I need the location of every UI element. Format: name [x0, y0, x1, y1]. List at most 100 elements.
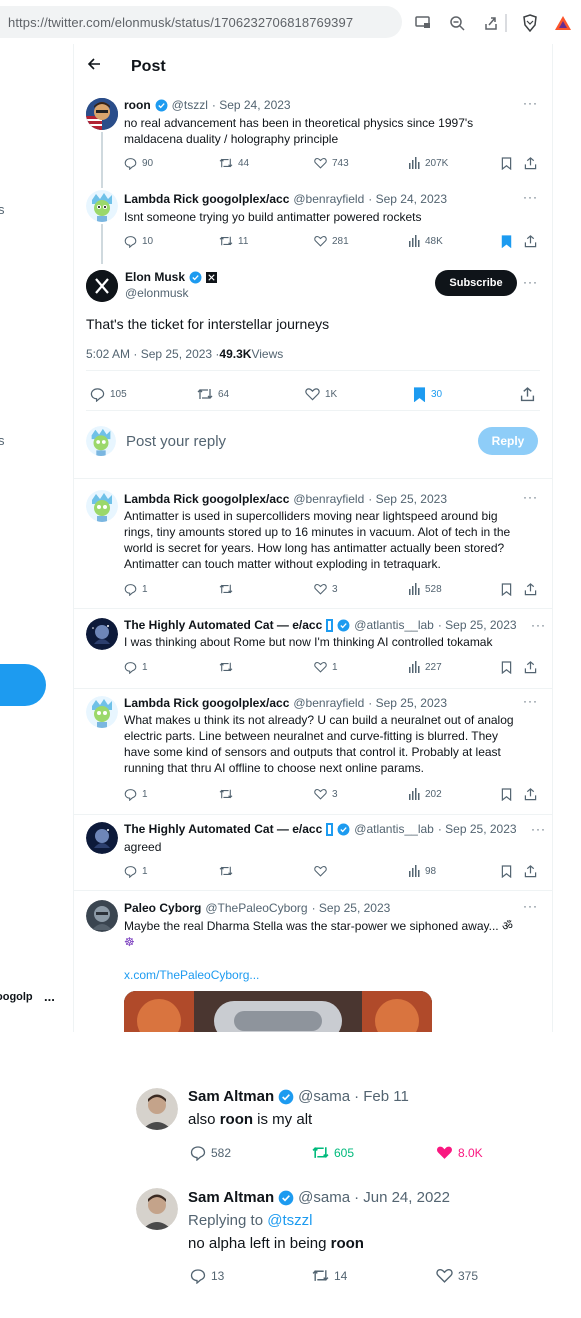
retweet-action[interactable]: 11 [219, 235, 248, 247]
like-action[interactable]: 3 [314, 788, 338, 800]
more-options-icon[interactable]: ··· [523, 275, 538, 289]
avatar[interactable] [136, 1088, 178, 1130]
more-options-icon[interactable]: ··· [523, 190, 538, 204]
retweet-action[interactable]: 44 [219, 157, 249, 169]
views-action[interactable]: 48K [408, 235, 443, 247]
tweet-date[interactable]: · Sep 25, 2023 [438, 618, 517, 632]
author-handle[interactable]: @atlantis__lab [354, 618, 434, 632]
like-action[interactable]: 8.0K [436, 1145, 483, 1160]
avatar[interactable] [86, 490, 118, 522]
like-action[interactable]: 3 [314, 583, 338, 595]
bookmark-action[interactable] [501, 583, 512, 596]
author-name[interactable]: Lambda Rick googolplex/acc [124, 492, 289, 506]
tweet-date[interactable]: · Sep 24, 2023 [212, 98, 291, 112]
tweet-date[interactable]: · Sep 25, 2023 [312, 901, 391, 915]
author-name[interactable]: Lambda Rick googolplex/acc [124, 192, 289, 206]
tweet-link[interactable]: x.com/ThePaleoCyborg... [124, 967, 259, 983]
brave-rewards-icon[interactable] [554, 14, 572, 32]
author-handle[interactable]: @atlantis__lab [354, 822, 434, 836]
author-name[interactable]: Elon Musk [125, 270, 185, 284]
author-name[interactable]: Lambda Rick googolplex/acc [124, 696, 289, 710]
avatar[interactable] [86, 618, 118, 650]
retweet-action[interactable] [219, 788, 233, 800]
avatar[interactable] [86, 98, 118, 130]
more-options-icon[interactable]: ··· [531, 618, 546, 632]
author-handle[interactable]: @sama [298, 1088, 350, 1105]
retweet-action[interactable] [219, 661, 233, 673]
tweet-date[interactable]: · Sep 25, 2023 [368, 696, 447, 710]
bookmark-action[interactable] [501, 661, 512, 674]
like-action[interactable]: 1 [314, 661, 338, 673]
views-action[interactable]: 227 [408, 661, 442, 673]
more-options-icon[interactable]: ··· [531, 822, 546, 836]
bookmark-action[interactable] [501, 235, 512, 248]
reply-action[interactable]: 90 [124, 157, 153, 170]
replying-handle[interactable]: @tszzl [267, 1212, 312, 1229]
avatar[interactable] [86, 822, 118, 854]
like-action[interactable]: 281 [314, 235, 349, 247]
tweet-date[interactable]: · Sep 25, 2023 [438, 822, 517, 836]
like-action[interactable]: 1K [305, 387, 337, 401]
bookmark-action[interactable] [501, 788, 512, 801]
account-switcher-name[interactable]: oogolp [0, 991, 33, 1003]
reply-action[interactable]: 582 [190, 1145, 231, 1161]
retweet-action[interactable]: 64 [197, 387, 229, 401]
share-action[interactable] [524, 235, 537, 248]
author-name[interactable]: The Highly Automated Cat — e/acc [124, 822, 322, 836]
author-handle[interactable]: @ThePaleoCyborg [205, 901, 307, 915]
share-action[interactable] [524, 661, 537, 674]
author-handle[interactable]: @tszzl [172, 98, 208, 112]
like-action[interactable] [314, 865, 327, 877]
author-handle[interactable]: @benrayfield [293, 192, 364, 206]
brave-shield-icon[interactable] [521, 14, 539, 32]
retweet-action[interactable] [219, 865, 233, 877]
reply-action[interactable]: 10 [124, 235, 153, 248]
reply-action[interactable]: 1 [124, 865, 148, 878]
tweet-date[interactable]: · Jun 24, 2022 [354, 1189, 450, 1206]
bookmark-action[interactable]: 30 [413, 387, 442, 402]
share-icon[interactable] [482, 14, 500, 32]
like-action[interactable]: 743 [314, 157, 349, 169]
tweet-time[interactable]: 5:02 AM · Sep 25, 2023 · [86, 347, 219, 361]
author-name[interactable]: Paleo Cyborg [124, 901, 201, 915]
tweet-date[interactable]: · Sep 25, 2023 [368, 492, 447, 506]
views-action[interactable]: 207K [408, 157, 448, 169]
like-action[interactable]: 375 [436, 1268, 478, 1283]
more-options-icon[interactable]: ··· [523, 490, 538, 504]
views-action[interactable]: 202 [408, 788, 442, 800]
avatar[interactable] [86, 190, 118, 222]
reply-input[interactable]: Post your reply [126, 433, 226, 450]
author-handle[interactable]: @benrayfield [293, 492, 364, 506]
views-action[interactable]: 98 [408, 865, 436, 877]
address-bar[interactable]: https://twitter.com/elonmusk/status/1706… [0, 6, 402, 38]
views-action[interactable]: 528 [408, 583, 442, 595]
more-options-icon[interactable]: ··· [523, 899, 538, 913]
reply-button[interactable]: Reply [478, 427, 538, 455]
more-options-icon[interactable]: ··· [523, 96, 538, 110]
bookmark-action[interactable] [501, 865, 512, 878]
zoom-out-icon[interactable] [448, 14, 466, 32]
avatar[interactable] [86, 900, 118, 932]
tweet-date[interactable]: · Sep 24, 2023 [368, 192, 447, 206]
reply-action[interactable]: 105 [90, 387, 127, 402]
author-handle[interactable]: @elonmusk [125, 286, 189, 300]
retweet-action[interactable] [219, 583, 233, 595]
share-action[interactable] [520, 387, 535, 402]
retweet-action[interactable]: 605 [312, 1145, 354, 1160]
more-options-icon[interactable]: ··· [523, 694, 538, 708]
bookmark-action[interactable] [501, 157, 512, 170]
share-action[interactable] [524, 788, 537, 801]
author-handle[interactable]: @benrayfield [293, 696, 364, 710]
arrow-left-icon[interactable] [86, 56, 102, 77]
account-menu-dots[interactable]: ... [44, 989, 55, 1004]
author-name[interactable]: The Highly Automated Cat — e/acc [124, 618, 322, 632]
reply-action[interactable]: 13 [190, 1268, 224, 1284]
share-action[interactable] [524, 865, 537, 878]
reply-action[interactable]: 1 [124, 788, 148, 801]
avatar[interactable] [136, 1188, 178, 1230]
avatar[interactable] [86, 270, 118, 302]
tweet-date[interactable]: · Feb 11 [354, 1088, 409, 1105]
reply-action[interactable]: 1 [124, 661, 148, 674]
post-button[interactable] [0, 664, 46, 706]
author-name[interactable]: roon [124, 98, 151, 112]
